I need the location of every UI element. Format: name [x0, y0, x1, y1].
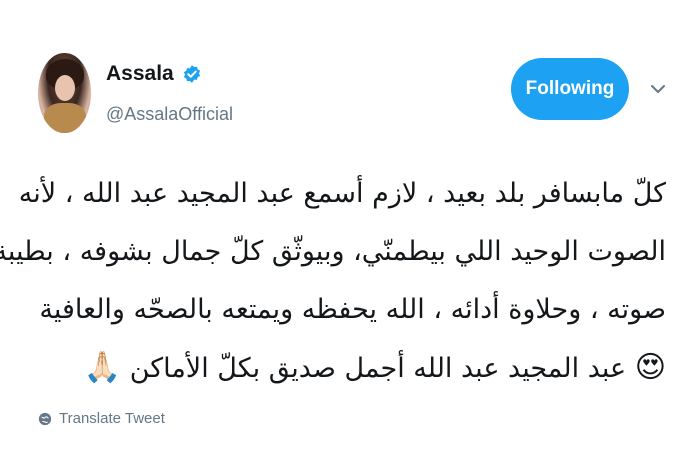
tweet-card: Assala @AssalaOfficial Following كلّ ماب… [0, 0, 700, 450]
heart-eyes-emoji-icon: 😍 [634, 350, 666, 385]
tweet-text-line-last: 😍 عبد المجيد عبد الله أجمل صديق بكلّ الأ… [50, 339, 666, 397]
tweet-text-line: عبد المجيد عبد الله أجمل صديق بكلّ الأما… [129, 353, 627, 384]
author-name-row: Assala [106, 62, 202, 86]
translate-tweet-link[interactable]: Translate Tweet [59, 410, 165, 427]
author-name[interactable]: Assala [106, 62, 174, 86]
avatar-face [55, 75, 75, 101]
chevron-down-icon[interactable] [649, 82, 667, 96]
tweet-text-line: الصوت الوحيد اللي بيطمنّي، وبيوثّق كلّ ج… [0, 236, 666, 267]
tweet-text-line: كلّ مابسافر بلد بعيد ، لازم أسمع عبد الم… [18, 178, 666, 209]
tweet-text: كلّ مابسافر بلد بعيد ، لازم أسمع عبد الم… [0, 165, 666, 397]
folded-hands-emoji-icon: 🙏🏻 [83, 350, 122, 385]
avatar-dress [44, 103, 86, 133]
avatar[interactable] [38, 53, 91, 133]
tweet-text-line: صوته ، وحلاوة أدائه ، الله يحفظه ويمتعه … [39, 294, 666, 325]
author-handle[interactable]: @AssalaOfficial [106, 104, 233, 125]
following-button[interactable]: Following [511, 58, 629, 120]
globe-icon [38, 412, 52, 425]
translate-tweet-row[interactable]: Translate Tweet [38, 410, 165, 427]
verified-badge-icon [183, 65, 200, 83]
